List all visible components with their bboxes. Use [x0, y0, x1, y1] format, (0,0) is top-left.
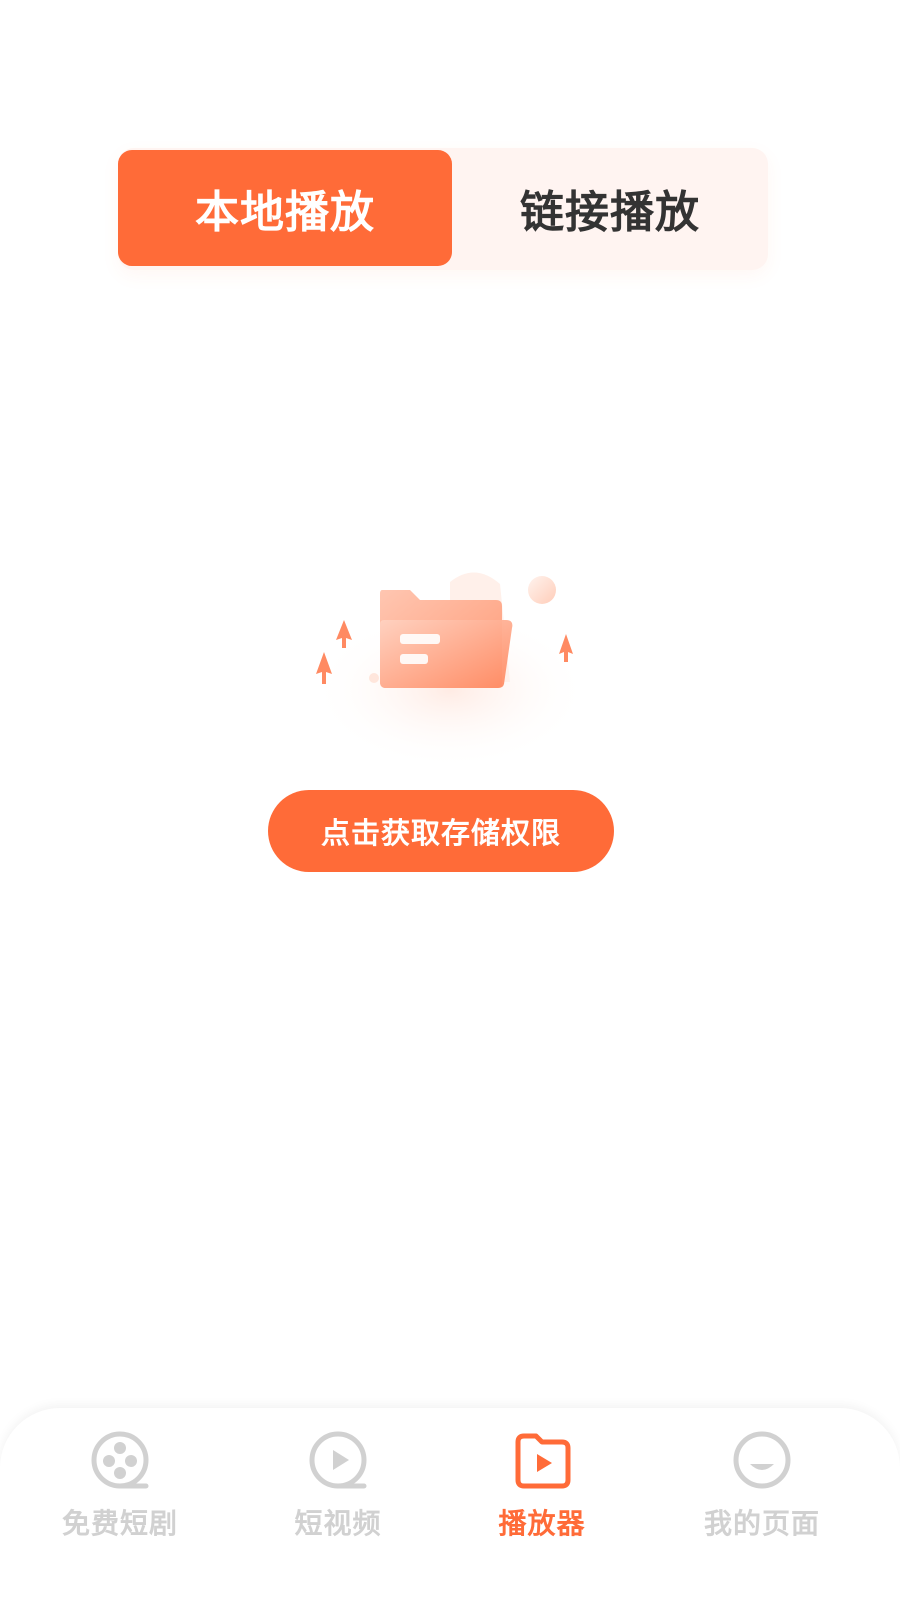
- get-storage-permission-button[interactable]: 点击获取存储权限: [268, 790, 614, 872]
- play-circle-icon: [309, 1431, 367, 1489]
- tab-local-playback-label: 本地播放: [195, 187, 375, 238]
- empty-folder-illustration: [300, 562, 600, 782]
- folder-icon: [310, 572, 590, 770]
- smile-icon: [733, 1431, 791, 1489]
- folder-play-icon: [515, 1433, 571, 1489]
- nav-label-player: 播放器: [498, 1507, 586, 1540]
- nav-label-my-page: 我的页面: [703, 1507, 820, 1540]
- nav-item-short-videos[interactable]: 短视频: [238, 1428, 438, 1558]
- playback-mode-switch: 本地播放 链接播放: [118, 148, 768, 270]
- tab-link-playback[interactable]: 链接播放: [452, 150, 768, 266]
- nav-label-free-dramas: 免费短剧: [61, 1507, 178, 1540]
- film-reel-icon: [91, 1431, 149, 1489]
- get-storage-permission-label: 点击获取存储权限: [320, 816, 561, 850]
- nav-item-free-dramas[interactable]: 免费短剧: [20, 1428, 220, 1558]
- nav-label-short-videos: 短视频: [294, 1507, 382, 1540]
- tab-local-playback[interactable]: 本地播放: [118, 150, 452, 266]
- nav-item-my-page[interactable]: 我的页面: [662, 1428, 862, 1558]
- nav-item-player[interactable]: 播放器: [442, 1428, 642, 1558]
- player-page: 本地播放 链接播放 点击获取存储权限 免费短剧 短视频 播放器 我的页面: [0, 0, 900, 1600]
- tab-link-playback-label: 链接播放: [520, 187, 700, 238]
- bottom-nav: 免费短剧 短视频 播放器 我的页面: [0, 1408, 900, 1600]
